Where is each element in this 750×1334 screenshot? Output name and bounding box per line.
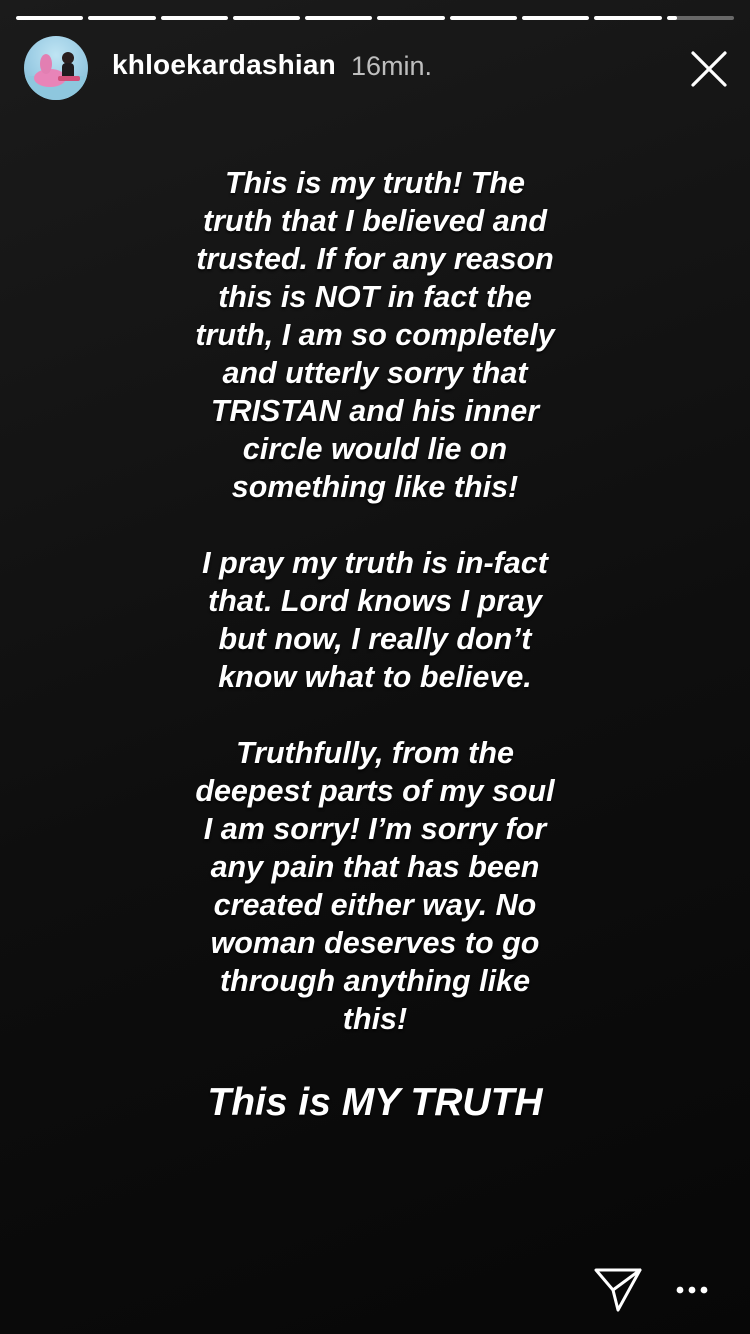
progress-segment-fill <box>88 16 156 20</box>
progress-segment-fill <box>377 16 445 20</box>
timestamp: 16min. <box>351 51 433 81</box>
progress-segment <box>160 16 228 20</box>
story-line: and utterly sorry that <box>222 356 528 390</box>
story-text: This is my truth! The truth that I believ… <box>120 164 630 1125</box>
progress-segment-fill <box>232 16 301 20</box>
progress-segment <box>88 16 156 20</box>
story-line: something like this! <box>231 470 519 504</box>
progress-segment <box>594 16 662 20</box>
story-paragraph: Truthfully, from the deepest parts of my … <box>120 734 630 1038</box>
story-paragraph: This is my truth! The truth that I believ… <box>120 164 630 506</box>
profile-photo-avatar <box>24 52 88 100</box>
progress-segment-fill <box>594 16 662 20</box>
progress-segment <box>305 16 373 20</box>
progress-segment <box>377 16 445 20</box>
story-line: through anything like <box>219 964 531 998</box>
close-button[interactable] <box>686 46 732 92</box>
story-line: This is my truth! The <box>225 166 525 200</box>
progress-segment-fill <box>16 16 84 20</box>
story-line: know what to believe. <box>218 660 532 694</box>
story-line: woman deserves to go <box>210 926 540 960</box>
story-line: truth, I am so completely <box>195 318 555 352</box>
story-line: circle would lie on <box>242 432 508 466</box>
story-line: I pray my truth is in-fact <box>202 546 548 580</box>
story-line: this is NOT in fact the <box>218 280 532 314</box>
story-line: created either way. No <box>213 888 537 922</box>
story-closing-line: This is MY TRUTH <box>207 1081 543 1124</box>
progress-segment-fill <box>522 16 590 20</box>
story-line: this! <box>342 1002 408 1036</box>
story-line: that. Lord knows I pray <box>208 584 542 618</box>
story-line: truth that I believed and <box>202 204 547 238</box>
progress-segment <box>666 16 734 20</box>
story-paragraphs: This is my truth! The truth that I believ… <box>120 164 630 1038</box>
progress-segment-fill <box>666 16 677 20</box>
story-paragraph: I pray my truth is in-fact that. Lord kno… <box>120 544 630 696</box>
progress-segment <box>522 16 590 20</box>
avatar[interactable] <box>24 36 88 100</box>
story-progress-bar <box>16 16 734 20</box>
username[interactable]: khloekardashian <box>112 49 336 81</box>
progress-segment-fill <box>160 16 228 20</box>
progress-segment <box>16 16 84 20</box>
paper-plane-icon <box>594 1268 642 1312</box>
story-line: any pain that has been <box>210 850 540 884</box>
story-line: I am sorry! I’m sorry for <box>203 812 547 846</box>
story-line: Truthfully, from the <box>236 736 514 770</box>
progress-segment <box>232 16 301 20</box>
story-viewer: khloekardashian 16min. This is my truth!… <box>0 0 750 1334</box>
close-x-icon <box>691 51 727 87</box>
more-horizontal-icon <box>676 1286 708 1294</box>
story-line: deepest parts of my soul <box>195 774 555 808</box>
share-button[interactable] <box>592 1264 644 1314</box>
progress-segment-fill <box>305 16 373 20</box>
more-options-button[interactable] <box>668 1276 716 1304</box>
story-line: but now, I really don’t <box>218 622 532 656</box>
progress-segment-fill <box>449 16 518 20</box>
story-line: TRISTAN and his inner <box>210 394 540 428</box>
progress-segment <box>449 16 518 20</box>
story-line: trusted. If for any reason <box>196 242 554 276</box>
